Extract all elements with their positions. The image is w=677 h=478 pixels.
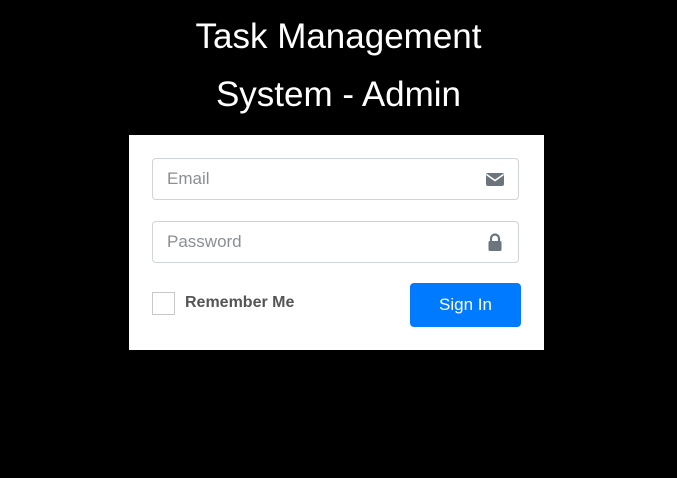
sign-in-button[interactable]: Sign In <box>410 283 521 327</box>
password-field-wrapper <box>152 221 519 263</box>
login-page: Task Management System - Admin Email Rem… <box>0 0 677 478</box>
page-title-line-1: Task Management <box>195 17 482 56</box>
login-card: Remember Me Sign In <box>129 135 544 350</box>
password-input[interactable] <box>153 222 473 262</box>
remember-me-label: Remember Me <box>185 294 295 311</box>
page-title-line-2: System - Admin <box>215 75 462 114</box>
page-title: Task Management System - Admin <box>0 8 677 124</box>
remember-me-checkbox[interactable] <box>152 291 175 315</box>
email-input[interactable] <box>153 159 473 199</box>
email-field-wrapper <box>152 158 519 200</box>
lock-icon <box>485 233 505 251</box>
remember-me[interactable]: Remember Me <box>152 290 294 316</box>
envelope-icon <box>485 170 505 188</box>
